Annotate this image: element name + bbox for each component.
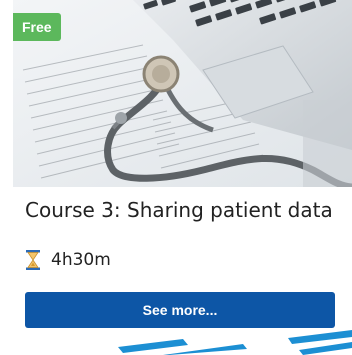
decorative-stripes xyxy=(118,330,352,355)
course-duration: 4h30m xyxy=(25,250,111,270)
free-badge: Free xyxy=(13,13,61,41)
stethoscope-laptop-photo xyxy=(13,0,352,187)
course-card[interactable]: Free Course 3: Sharing patient data 4h30… xyxy=(13,0,352,355)
course-title[interactable]: Course 3: Sharing patient data xyxy=(25,198,333,222)
course-image[interactable]: Free xyxy=(13,0,352,187)
hourglass-icon xyxy=(25,250,41,270)
duration-text: 4h30m xyxy=(51,250,111,270)
see-more-button[interactable]: See more... xyxy=(25,292,335,328)
